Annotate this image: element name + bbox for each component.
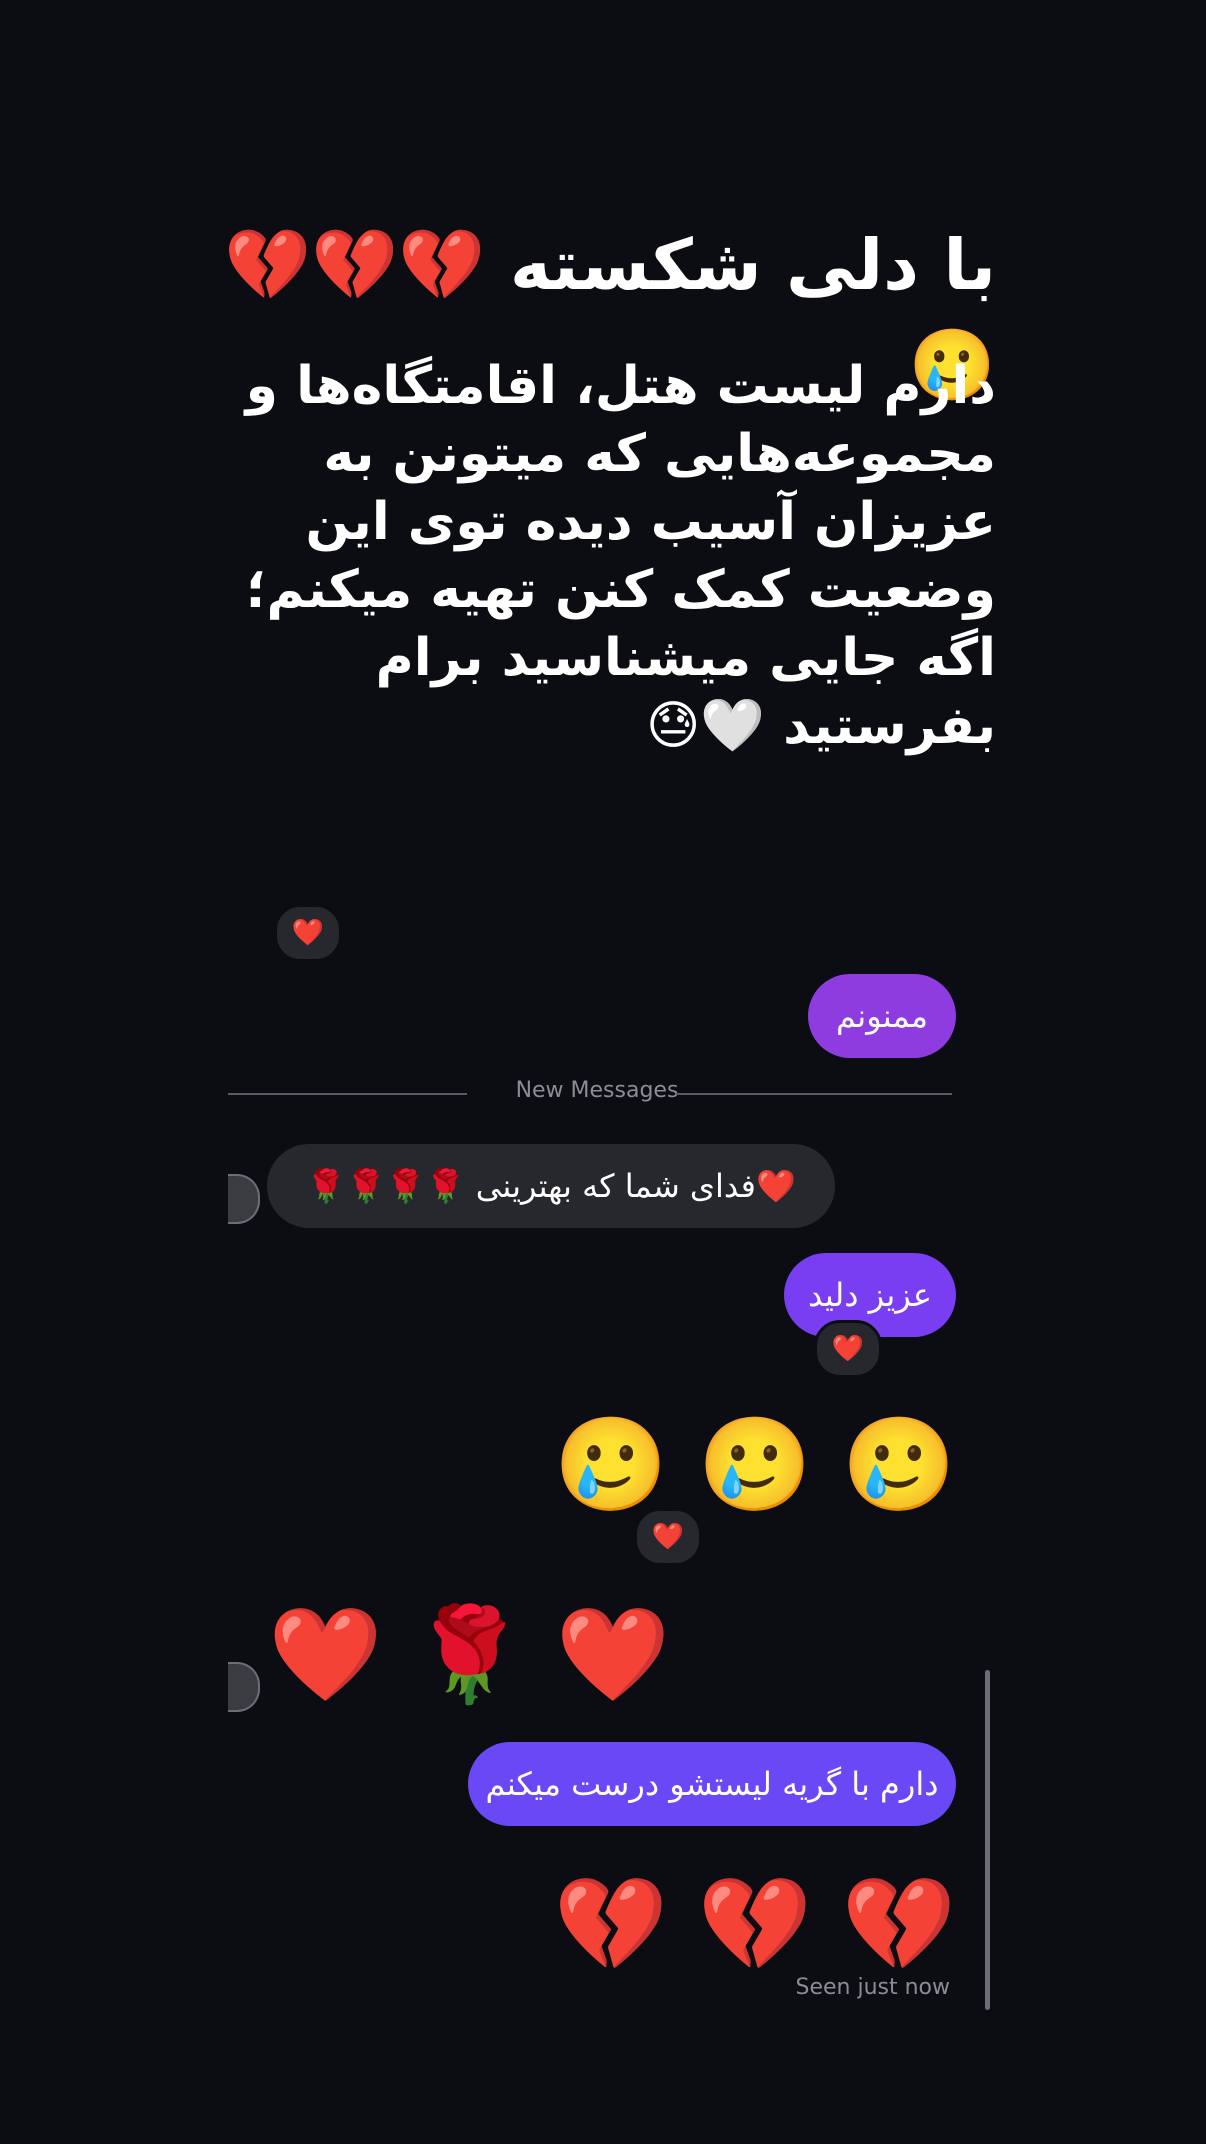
sent-message-crying[interactable]: دارم با گریه لیستشو درست میکنم: [468, 1742, 956, 1826]
heart-rose-emoji-message[interactable]: ❤️ 🌹 ❤️: [268, 1600, 670, 1710]
sender-avatar[interactable]: [228, 1662, 260, 1712]
sent-message-thanks[interactable]: ممنونم: [808, 974, 956, 1058]
message-reaction[interactable]: ❤️: [634, 1508, 702, 1566]
divider-line-left: [228, 1093, 467, 1095]
new-messages-divider: New Messages: [515, 1078, 679, 1103]
broken-heart-emoji-message[interactable]: 💔 💔 💔: [554, 1870, 956, 1980]
post-body: دارم لیست هتل، اقامتگاه‌ها و مجموعه‌هایی…: [245, 356, 996, 756]
tear-smile-emoji-message[interactable]: 🥲 🥲 🥲: [554, 1410, 956, 1520]
seen-status: Seen just now: [795, 1975, 950, 2000]
chat-screenshot: ❤️ ممنونم New Messages ❤️فدای شما که بهت…: [228, 904, 990, 2030]
message-reaction[interactable]: ❤️: [274, 904, 342, 962]
received-message[interactable]: ❤️فدای شما که بهترینی 🌹🌹🌹🌹: [267, 1144, 835, 1228]
divider-line-right: [676, 1093, 952, 1095]
sender-avatar[interactable]: [228, 1174, 260, 1224]
message-reaction[interactable]: ❤️: [814, 1320, 882, 1378]
scrollbar[interactable]: [985, 1670, 990, 2010]
